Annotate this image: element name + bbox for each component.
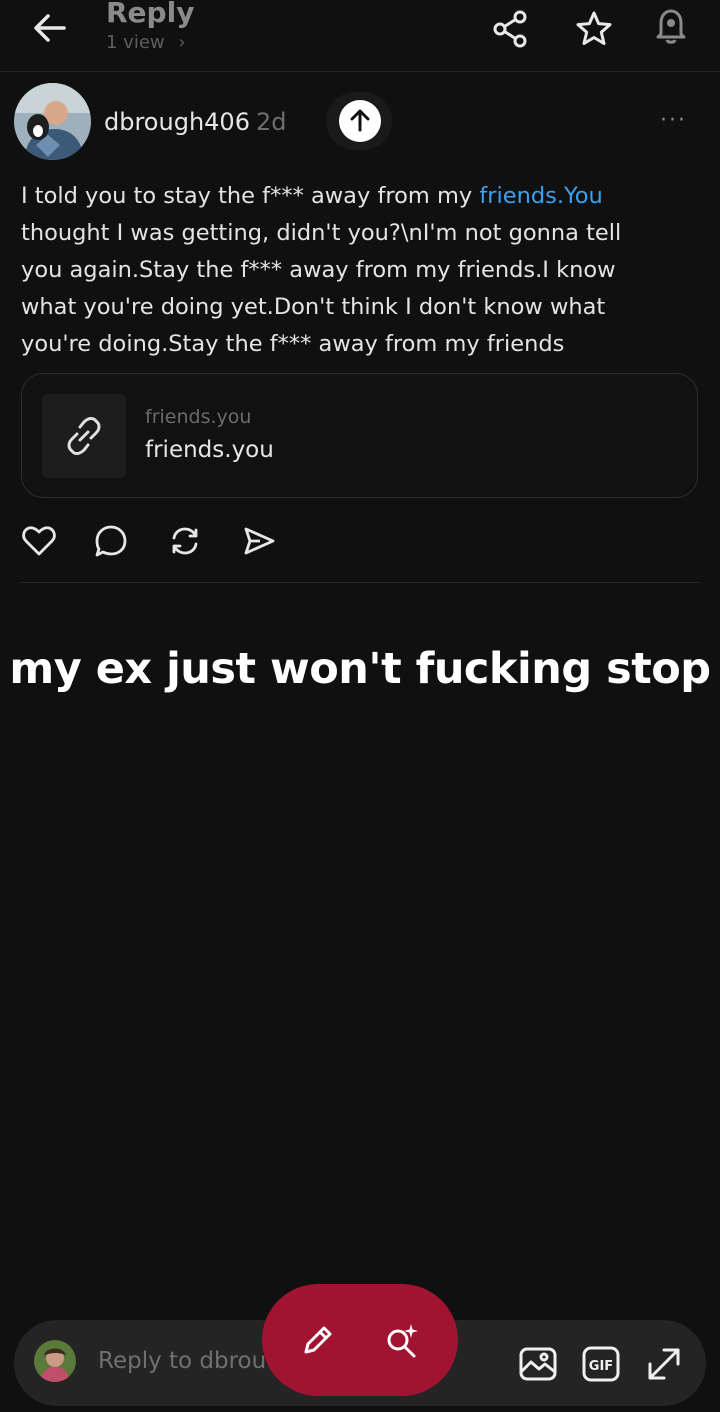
video-caption: my ex just won't fucking stop — [9, 644, 711, 694]
gif-icon[interactable]: GIF — [580, 1342, 624, 1386]
scroll-up-button[interactable] — [326, 92, 392, 150]
current-user-avatar — [34, 1340, 76, 1382]
pencil-icon[interactable] — [298, 1320, 338, 1360]
author-avatar[interactable] — [14, 83, 91, 160]
post-line: thought I was getting, didn't you?\nI'm … — [21, 220, 622, 246]
send-icon[interactable] — [240, 522, 278, 560]
chevron-right-icon: › — [178, 32, 186, 53]
link-title: friends.you — [145, 437, 274, 463]
inline-link[interactable]: friends.You — [479, 183, 602, 209]
post-body: I told you to stay the f*** away from my… — [21, 178, 711, 363]
compose-fab — [262, 1284, 458, 1396]
view-count[interactable]: 1 view › — [106, 32, 186, 54]
link-preview-card[interactable]: friends.you friends.you — [21, 373, 698, 498]
sparkle-search-icon[interactable] — [382, 1320, 422, 1360]
svg-text:GIF: GIF — [589, 1359, 613, 1374]
reply-input[interactable]: Reply to dbrou — [98, 1348, 266, 1374]
post-text: I told you to stay the f*** away from my — [21, 183, 480, 209]
repost-icon[interactable] — [166, 522, 204, 560]
divider — [20, 582, 700, 583]
page-title: Reply — [106, 0, 195, 29]
heart-icon[interactable] — [20, 522, 58, 560]
top-bar: Reply 1 view › — [0, 0, 720, 72]
back-arrow-icon[interactable] — [28, 8, 74, 48]
expand-icon[interactable] — [642, 1342, 686, 1386]
share-icon[interactable] — [490, 8, 532, 50]
star-icon[interactable] — [573, 8, 615, 50]
comment-icon[interactable] — [92, 522, 130, 560]
post-line: what you're doing yet.Don't think I don'… — [21, 294, 606, 320]
notification-bell-icon[interactable] — [650, 4, 692, 46]
post-age: 2d — [255, 108, 287, 136]
post-line: I told you to stay the f*** away from my… — [21, 178, 711, 215]
link-icon — [42, 394, 126, 478]
author-username[interactable]: dbrough406 — [104, 108, 250, 136]
scroll-up-icon — [339, 100, 381, 142]
link-domain: friends.you — [145, 406, 252, 428]
author-line: dbrough406 2d — [104, 106, 286, 138]
more-options-icon[interactable]: ··· — [660, 108, 696, 133]
view-count-label: 1 view — [106, 32, 165, 53]
post-line: you're doing.Stay the f*** away from my … — [21, 331, 565, 357]
image-icon[interactable] — [516, 1342, 560, 1386]
post-line: you again.Stay the f*** away from my fri… — [21, 257, 616, 283]
